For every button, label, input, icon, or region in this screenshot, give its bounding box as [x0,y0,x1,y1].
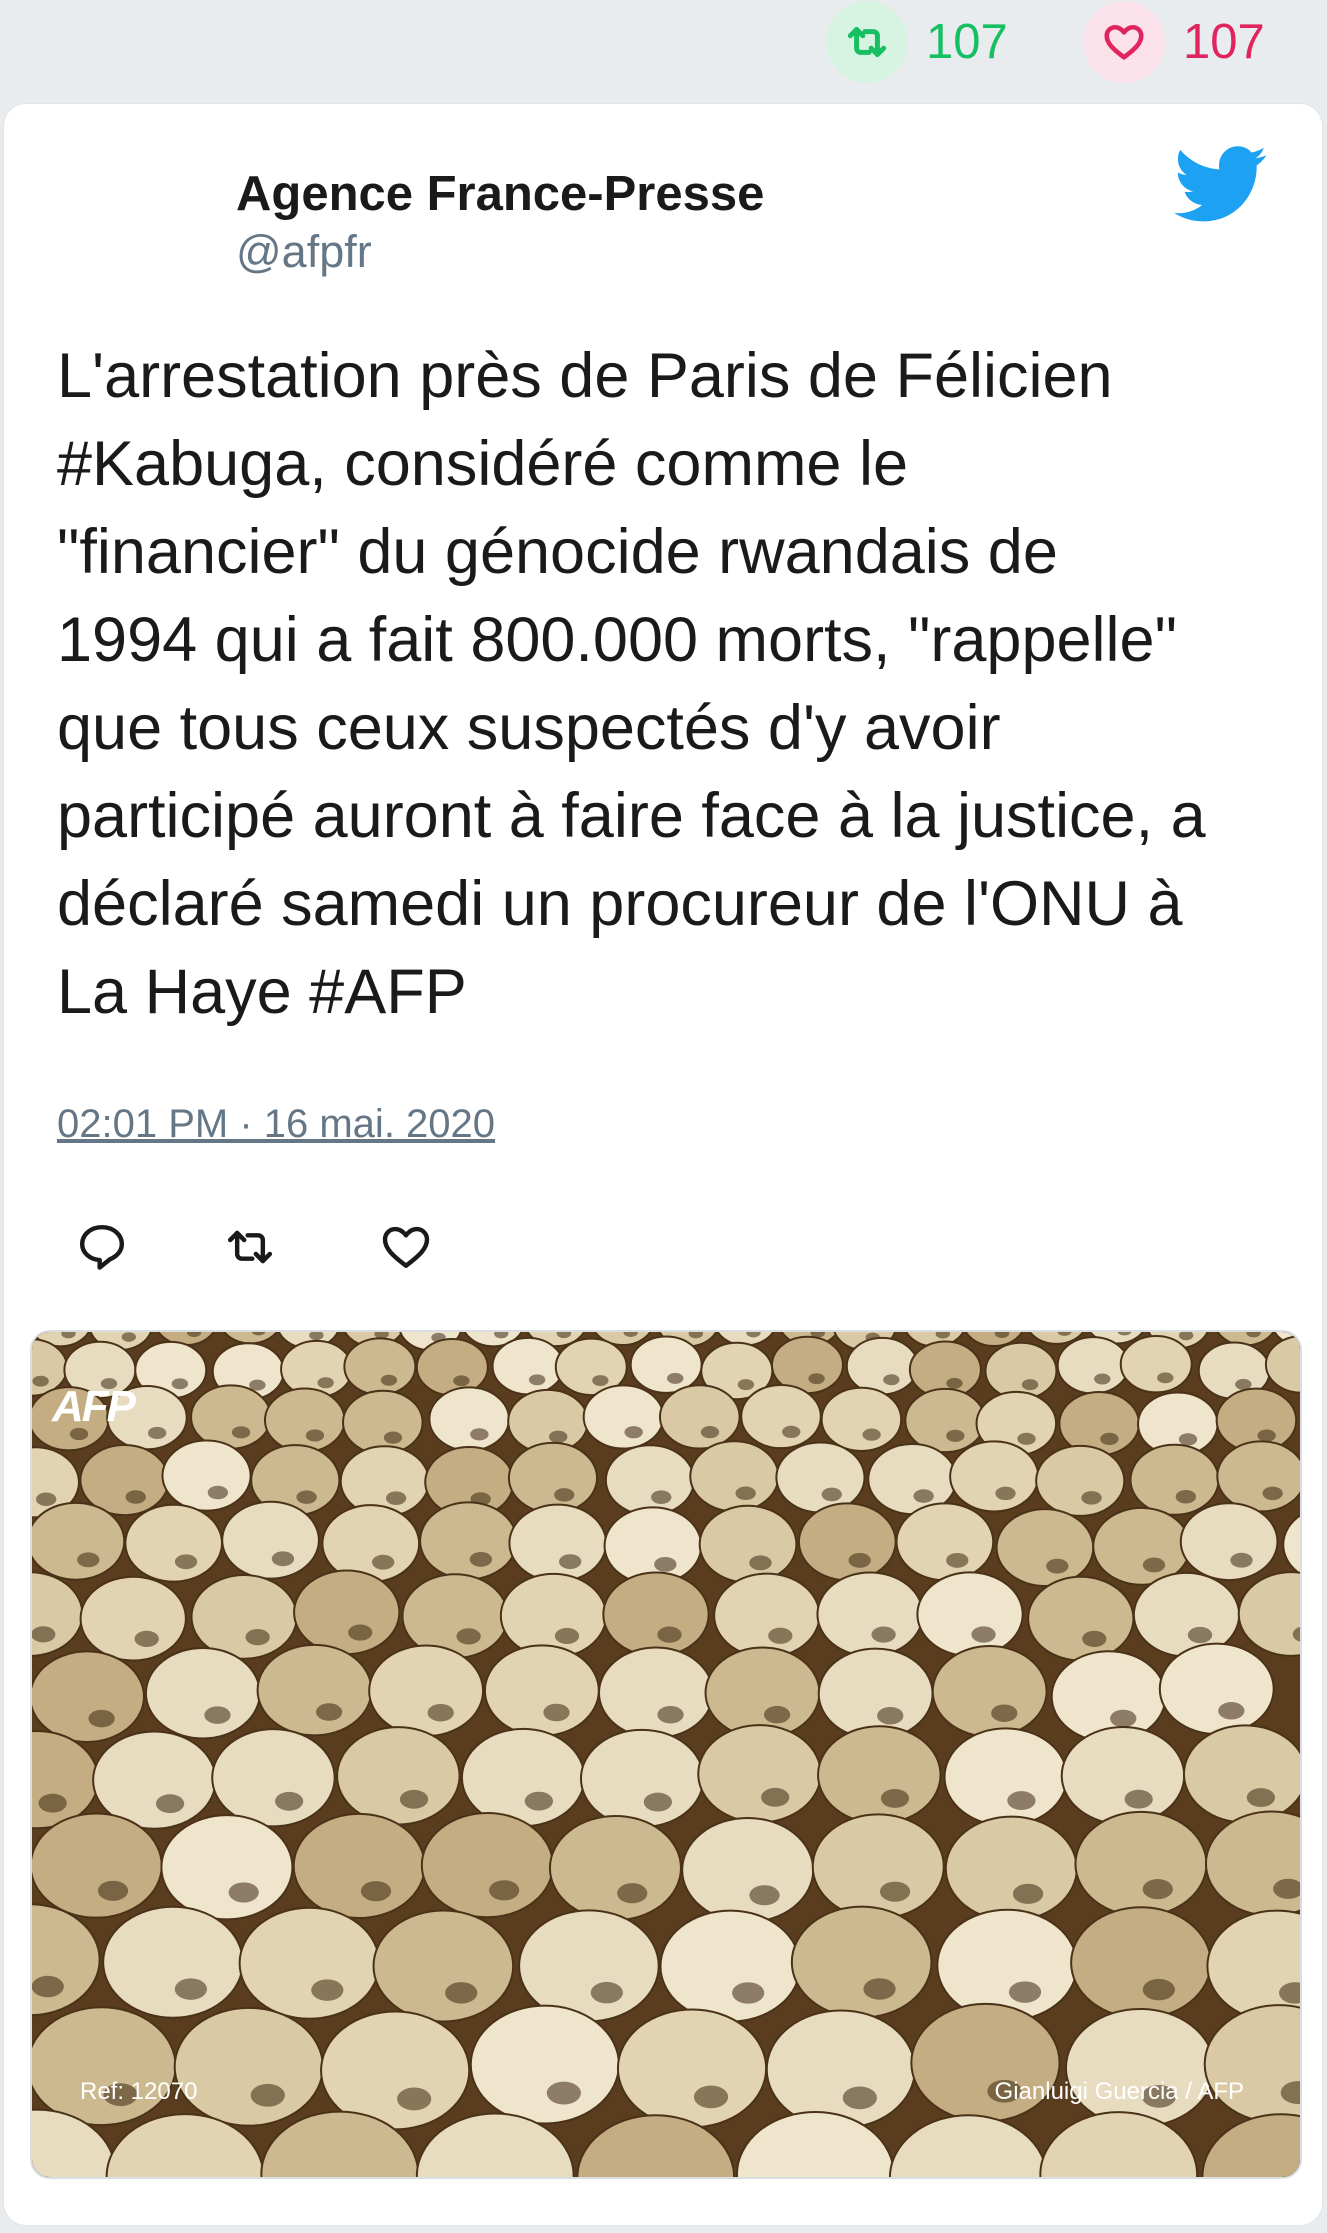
photo-ref: Ref: 12070 [80,2078,198,2105]
twitter-bird-icon[interactable] [1174,144,1268,226]
tweet-photo[interactable]: AFP Ref: 12070 Gianluigi Guercia / AFP [30,1330,1302,2179]
tweet-timestamp[interactable]: 02:01 PM · 16 mai. 2020 [57,1102,495,1147]
like-action-icon[interactable] [378,1219,434,1275]
tweet-card: Agence France-Presse @afpfr L'arrestatio… [4,104,1322,2225]
engagement-bar: 107 107 [0,0,1327,100]
afp-logo: AFP [52,1382,136,1431]
like-count: 107 [1183,15,1265,69]
retweet-count: 107 [926,15,1008,69]
retweet-icon[interactable] [826,1,908,83]
photo-credit: Gianluigi Guercia / AFP [994,2078,1244,2105]
retweet-action-icon[interactable] [222,1219,278,1275]
heart-icon[interactable] [1083,1,1165,83]
tweet-text: L'arrestation près de Paris de Félicien … [57,341,1206,1027]
author-name[interactable]: Agence France-Presse [236,166,764,222]
retweet-stat[interactable]: 107 [826,0,1008,84]
reply-icon[interactable] [74,1219,130,1275]
like-stat[interactable]: 107 [1083,0,1265,84]
author-handle[interactable]: @afpfr [236,226,372,278]
skulls-image [32,1332,1300,2177]
